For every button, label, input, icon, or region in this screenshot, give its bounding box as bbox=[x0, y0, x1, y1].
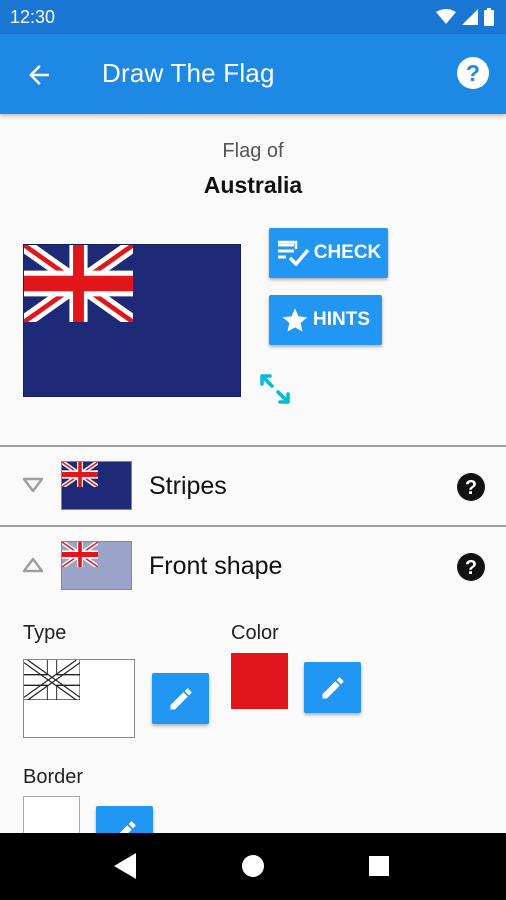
front-shape-thumbnail bbox=[61, 541, 132, 590]
signal-icon bbox=[462, 9, 478, 25]
check-button[interactable]: CHECK bbox=[269, 228, 388, 278]
nav-back-icon[interactable] bbox=[114, 853, 136, 879]
section-label-front-shape: Front shape bbox=[149, 552, 283, 580]
color-label: Color bbox=[231, 622, 279, 644]
svg-text:?: ? bbox=[466, 60, 480, 86]
pencil-icon bbox=[170, 687, 192, 709]
app-bar: Draw The Flag ? bbox=[0, 34, 506, 114]
back-button[interactable] bbox=[24, 60, 54, 90]
union-jack-icon bbox=[62, 462, 98, 487]
arrow-back-icon bbox=[29, 65, 49, 85]
section-label-stripes: Stripes bbox=[149, 472, 227, 500]
help-circle-icon: ? bbox=[457, 57, 489, 89]
expand-diagonal-icon bbox=[260, 374, 290, 404]
section-stripes[interactable]: Stripes ? bbox=[0, 447, 506, 525]
union-jack-canton bbox=[24, 245, 133, 322]
help-circle-icon[interactable]: ? bbox=[456, 472, 486, 502]
type-preview[interactable] bbox=[23, 659, 135, 738]
status-time: 12:30 bbox=[10, 7, 56, 27]
help-circle-icon[interactable]: ? bbox=[456, 552, 486, 582]
chevron-down-icon bbox=[22, 477, 44, 493]
system-nav-bar bbox=[0, 833, 506, 900]
flag-of-label: Flag of bbox=[222, 140, 284, 162]
status-icons bbox=[436, 8, 494, 26]
battery-icon bbox=[484, 8, 494, 26]
app-title: Draw The Flag bbox=[102, 58, 275, 88]
color-swatch[interactable] bbox=[231, 653, 288, 709]
section-front-shape[interactable]: Front shape ? bbox=[0, 527, 506, 605]
hints-button[interactable]: HINTS bbox=[269, 295, 382, 345]
help-button[interactable]: ? bbox=[456, 56, 490, 90]
union-jack-outline-icon bbox=[24, 660, 80, 700]
svg-text:?: ? bbox=[465, 477, 477, 499]
star-icon bbox=[282, 308, 308, 332]
nav-home-icon[interactable] bbox=[242, 855, 264, 877]
union-jack-icon bbox=[62, 542, 98, 567]
stripes-thumbnail bbox=[61, 461, 132, 510]
nav-recents-icon[interactable] bbox=[369, 856, 389, 876]
hints-button-label: HINTS bbox=[313, 309, 370, 330]
rule-check-icon bbox=[277, 240, 310, 266]
expand-button[interactable] bbox=[258, 372, 292, 406]
flag-canvas[interactable] bbox=[23, 244, 241, 397]
check-button-label: CHECK bbox=[313, 242, 382, 263]
wifi-icon bbox=[436, 9, 456, 24]
status-bar: 12:30 bbox=[0, 0, 506, 34]
edit-color-button[interactable] bbox=[304, 662, 361, 713]
country-name: Australia bbox=[203, 172, 303, 198]
edit-type-button[interactable] bbox=[152, 673, 209, 724]
type-label: Type bbox=[23, 622, 67, 644]
pencil-icon bbox=[322, 676, 344, 698]
svg-text:?: ? bbox=[465, 557, 477, 579]
chevron-up-icon bbox=[22, 557, 44, 573]
border-label: Border bbox=[23, 766, 84, 788]
